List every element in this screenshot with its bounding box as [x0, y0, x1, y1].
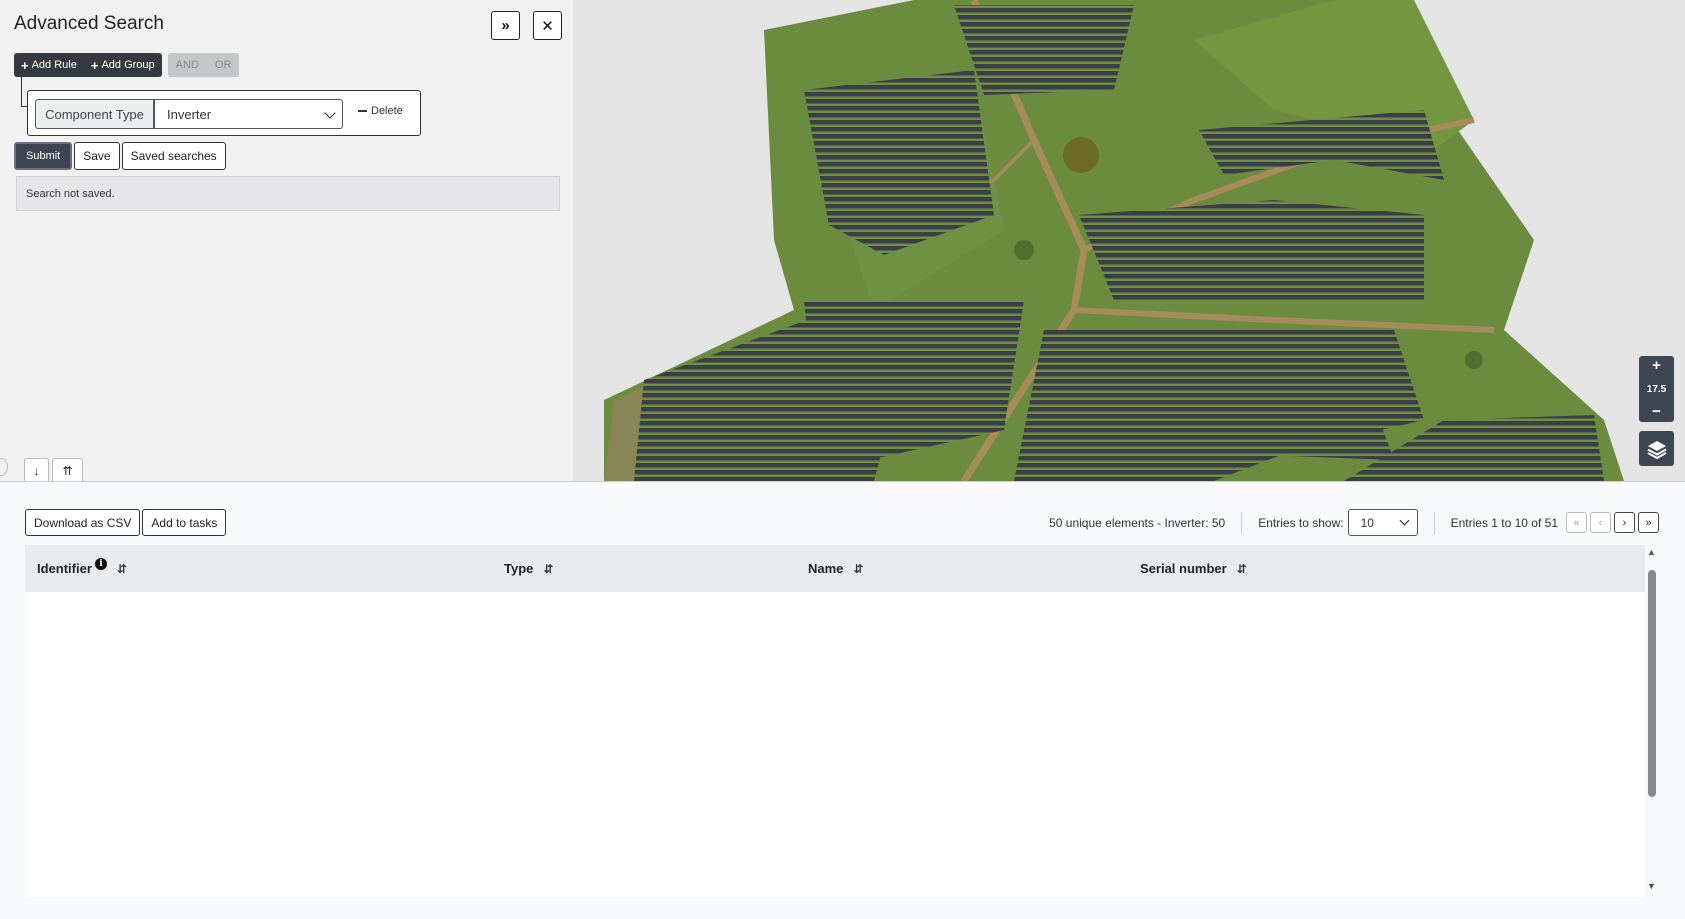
zoom-control: + 17.5 −: [1639, 356, 1674, 422]
expand-panel-button[interactable]: »: [491, 11, 520, 40]
sort-icon[interactable]: ⇵: [1233, 561, 1251, 577]
tree-cluster: [1063, 137, 1099, 173]
prev-page-button[interactable]: ‹: [1590, 512, 1611, 533]
column-header-identifier: Identifier i ⇵: [37, 545, 131, 592]
add-rule-label: Add Rule: [31, 59, 77, 71]
column-label: Type: [504, 561, 534, 576]
column-header-serial-number: Serial number ⇵: [1140, 545, 1251, 592]
advanced-search-panel: Advanced Search » ✕ + Add Rule + Add Gro…: [0, 0, 574, 482]
results-summary: 50 unique elements - Inverter: 50: [1049, 515, 1226, 530]
column-header-name: Name ⇵: [808, 545, 867, 592]
arrow-down-icon[interactable]: ↓: [24, 458, 49, 482]
saved-searches-button[interactable]: Saved searches: [121, 142, 226, 170]
add-to-tasks-button[interactable]: Add to tasks: [142, 509, 227, 536]
scrollbar-thumb[interactable]: [1648, 570, 1656, 797]
condition-toggle: AND OR: [167, 53, 240, 77]
solar-array: [1079, 200, 1424, 300]
delete-rule-button[interactable]: Delete: [358, 105, 403, 117]
last-page-button[interactable]: »: [1638, 512, 1659, 533]
save-button[interactable]: Save: [74, 142, 120, 170]
zoom-level: 17.5: [1646, 383, 1667, 395]
table-header: Identifier i ⇵ Type ⇵ Name ⇵ Serial numb…: [25, 545, 1645, 592]
first-page-button[interactable]: «: [1566, 512, 1587, 533]
divider: [1241, 511, 1243, 534]
delete-label: Delete: [371, 105, 403, 117]
rule-row: Component Type Inverter Delete: [27, 90, 421, 136]
search-actions: Submit Save Saved searches: [14, 142, 226, 170]
panel-resize-handle[interactable]: [0, 458, 8, 476]
zoom-out-button[interactable]: −: [1652, 404, 1661, 420]
double-chevron-right-icon: »: [501, 17, 510, 34]
solar-array: [954, 5, 1134, 95]
info-icon[interactable]: i: [94, 557, 107, 570]
zoom-in-button[interactable]: +: [1652, 358, 1661, 374]
divider: [1433, 511, 1435, 534]
results-actions: Download as CSV Add to tasks: [25, 509, 227, 536]
close-panel-button[interactable]: ✕: [533, 11, 562, 40]
column-header-type: Type ⇵: [504, 545, 557, 592]
entries-label: Entries to show:: [1258, 515, 1344, 530]
tree-cluster: [1014, 240, 1034, 260]
results-panel: Download as CSV Add to tasks 50 unique e…: [0, 481, 1685, 919]
scroll-up-icon[interactable]: ▲: [1647, 547, 1656, 557]
download-csv-button[interactable]: Download as CSV: [25, 509, 141, 536]
panel-title: Advanced Search: [14, 13, 164, 34]
chevron-down-icon: [324, 107, 336, 119]
column-label: Serial number: [1140, 561, 1227, 576]
double-arrow-up-icon[interactable]: ⇈: [52, 458, 83, 482]
entries-value: 10: [1360, 515, 1374, 530]
next-page-button[interactable]: ›: [1614, 512, 1635, 533]
plus-icon: +: [21, 57, 29, 73]
add-rule-button[interactable]: + Add Rule: [14, 53, 84, 77]
sort-icon[interactable]: ⇵: [539, 561, 557, 577]
add-group-button[interactable]: + Add Group: [84, 53, 162, 77]
column-label: Identifier: [37, 561, 92, 576]
map-view[interactable]: STR480573inverterTX1-INV 1A2372705758STR…: [574, 0, 1685, 481]
column-label: Name: [808, 561, 844, 576]
rule-value: Inverter: [167, 106, 212, 122]
or-button[interactable]: OR: [207, 53, 240, 77]
pagination: « ‹ › »: [1566, 512, 1659, 533]
results-table: Identifier i ⇵ Type ⇵ Name ⇵ Serial numb…: [25, 545, 1645, 897]
add-group-label: Add Group: [101, 59, 155, 71]
rule-field-label: Component Type: [35, 99, 154, 129]
add-button-group: + Add Rule + Add Group: [14, 53, 162, 77]
aerial-imagery: STR480573inverterTX1-INV 1A2372705758STR…: [604, 0, 1624, 481]
layers-button[interactable]: [1639, 431, 1674, 466]
submit-button[interactable]: Submit: [14, 142, 73, 170]
rule-value-select[interactable]: Inverter: [154, 99, 343, 129]
entries-select[interactable]: 10: [1347, 509, 1418, 536]
results-controls: 50 unique elements - Inverter: 50 Entrie…: [1049, 509, 1659, 536]
entries-info: Entries 1 to 10 of 51: [1450, 515, 1558, 530]
chevron-down-icon: [1399, 515, 1410, 526]
and-button[interactable]: AND: [168, 53, 207, 77]
tree-cluster: [1465, 351, 1483, 369]
scroll-down-icon[interactable]: ▼: [1647, 881, 1656, 891]
close-icon: ✕: [541, 17, 554, 35]
panel-tabs: ↓ ⇈: [24, 458, 83, 482]
rule-toolbar: + Add Rule + Add Group AND OR: [14, 53, 240, 77]
layers-icon: [1647, 440, 1666, 459]
minus-icon: [358, 110, 367, 112]
table-scrollbar[interactable]: ▲ ▼: [1645, 545, 1660, 895]
search-status-message: Search not saved.: [16, 176, 560, 211]
sort-icon[interactable]: ⇵: [849, 561, 867, 577]
app-root: Advanced Search » ✕ + Add Rule + Add Gro…: [0, 0, 1685, 919]
sort-icon[interactable]: ⇵: [113, 561, 131, 577]
plus-icon: +: [90, 57, 99, 73]
